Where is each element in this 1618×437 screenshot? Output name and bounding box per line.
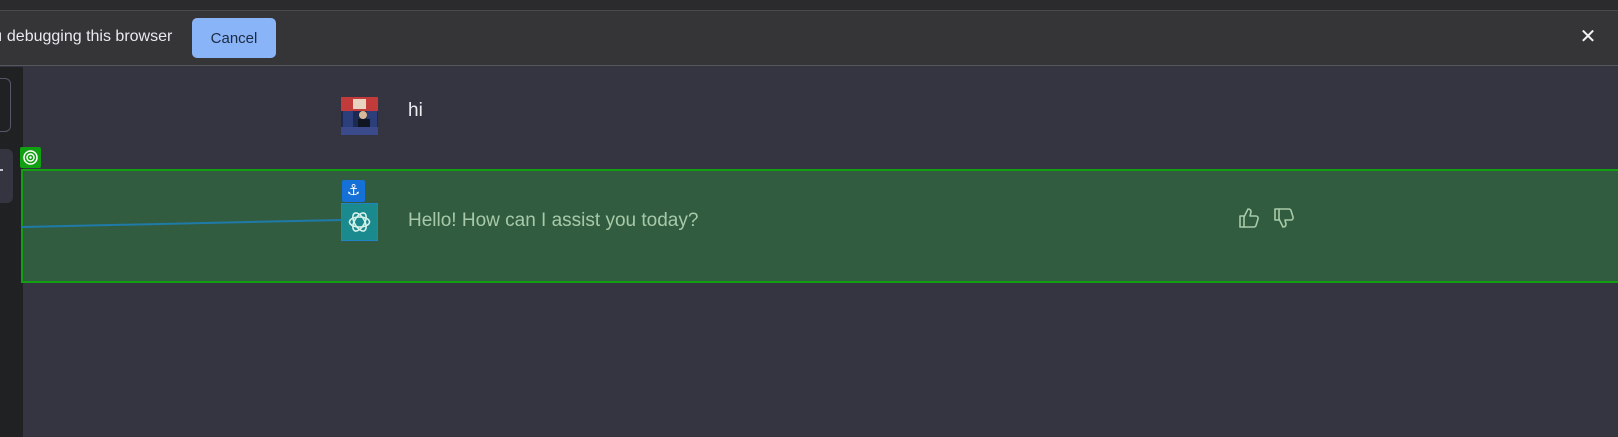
sidebar-chat-item[interactable]	[0, 149, 13, 203]
sidebar-item-marker	[0, 169, 3, 171]
target-icon	[20, 147, 41, 168]
debugging-message: ı debugging this browser	[0, 28, 173, 45]
openai-logo-icon	[341, 203, 378, 241]
sidebar-new-chat-button[interactable]	[0, 78, 11, 132]
user-avatar	[341, 97, 378, 135]
assistant-message-text: Hello! How can I assist you today?	[408, 210, 699, 231]
debugging-infobar: ı debugging this browser Cancel ✕	[0, 11, 1618, 66]
thumbs-up-icon[interactable]	[1238, 207, 1260, 229]
cancel-button[interactable]: Cancel	[192, 18, 276, 58]
assistant-message-row[interactable]	[21, 169, 1618, 283]
close-icon[interactable]: ✕	[1576, 25, 1600, 49]
left-sidebar	[0, 67, 23, 437]
thumbs-down-icon[interactable]	[1273, 207, 1295, 229]
user-message-text: hi	[408, 100, 423, 121]
browser-top-strip	[0, 0, 1618, 11]
anchor-icon: ⚓	[342, 180, 365, 202]
